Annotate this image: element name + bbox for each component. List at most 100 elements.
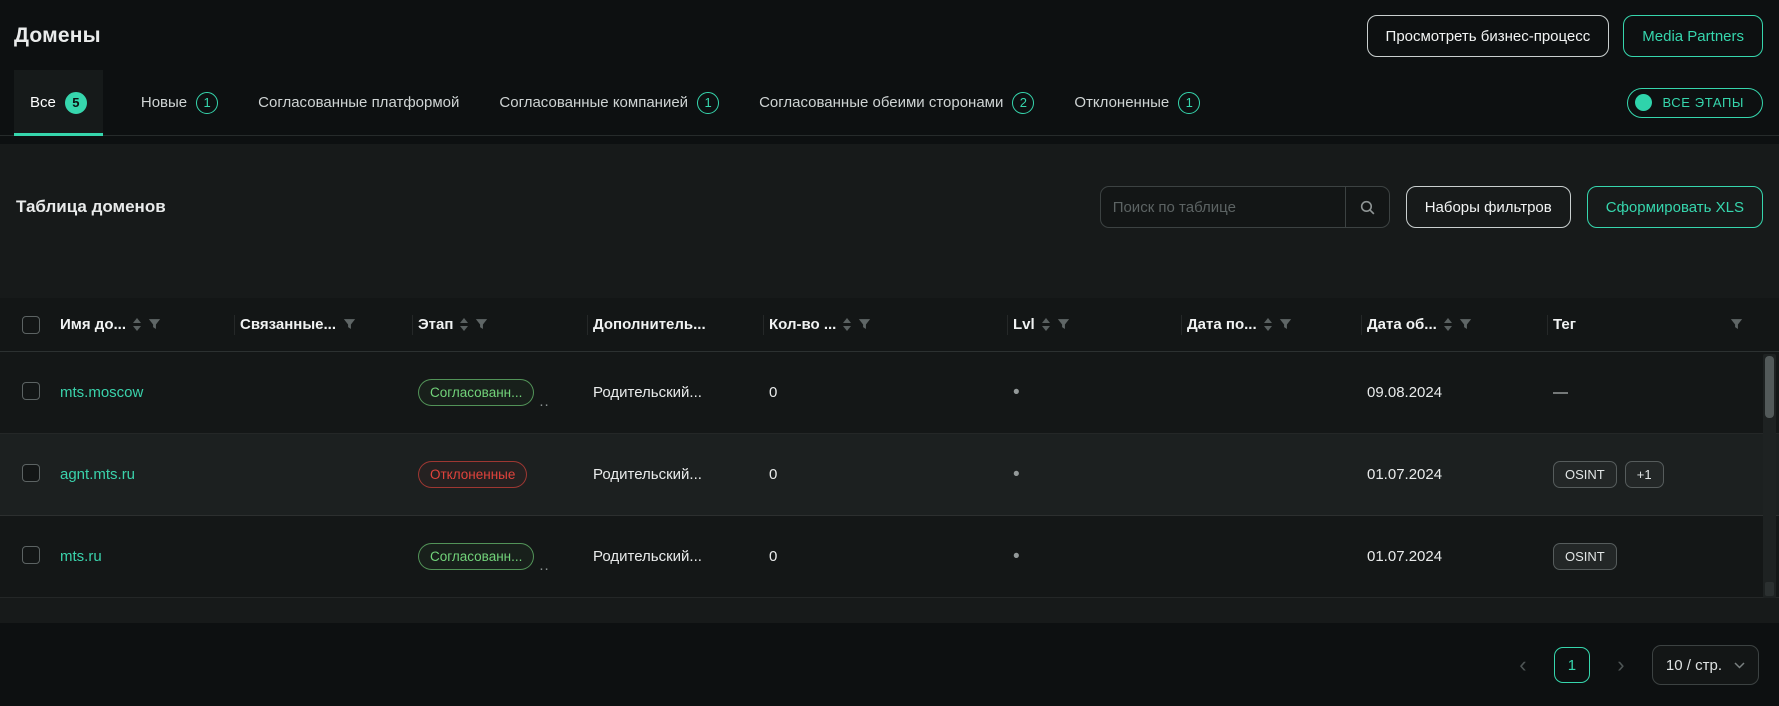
filter-icon[interactable] (343, 318, 356, 331)
lvl-cell: • (1013, 546, 1187, 568)
filter-icon[interactable] (1057, 318, 1070, 331)
column-label: Кол-во ... (769, 316, 836, 333)
page-size-value: 10 / стр. (1666, 657, 1722, 674)
filter-icon[interactable] (475, 318, 488, 331)
tab-count-badge: 1 (196, 92, 218, 114)
page-size-select[interactable]: 10 / стр. (1652, 645, 1759, 685)
table-scrollbar[interactable] (1763, 354, 1776, 598)
page-1-button[interactable]: 1 (1554, 647, 1590, 683)
domain-link[interactable]: mts.ru (60, 548, 102, 565)
sort-toggle[interactable] (133, 318, 141, 331)
domains-table: Имя до...Связанные...ЭтапДополнитель...К… (0, 298, 1779, 598)
table-row: mts.ruСогласованн.....Родительский...0•0… (0, 516, 1779, 598)
search-button[interactable] (1345, 187, 1389, 227)
column-header[interactable]: Дата об... (1367, 298, 1553, 351)
filter-icon[interactable] (858, 318, 871, 331)
column-header[interactable]: Дополнитель... (593, 298, 769, 351)
next-page-button[interactable]: › (1606, 652, 1636, 678)
tags-empty: — (1553, 384, 1568, 401)
sort-toggle[interactable] (1444, 318, 1452, 331)
tab-label: Согласованные платформой (258, 94, 459, 111)
tag-chip: OSINT (1553, 461, 1617, 488)
additional-cell: Родительский... (593, 466, 769, 483)
sort-asc-icon (133, 318, 141, 323)
page-title: Домены (14, 24, 101, 48)
lvl-dot: • (1013, 382, 1020, 403)
column-header[interactable]: Кол-во ... (769, 298, 1013, 351)
table-row: agnt.mts.ruОтклоненныеРодительский...0•0… (0, 434, 1779, 516)
stage-overflow: .. (539, 562, 549, 570)
sort-desc-icon (460, 326, 468, 331)
domain-cell: mts.ru (60, 548, 240, 565)
domains-panel: Таблица доменов Наборы фильтров Сформиро… (0, 144, 1779, 623)
tab-label: Согласованные обеими сторонами (759, 94, 1003, 111)
row-checkbox[interactable] (22, 464, 40, 482)
additional-cell: Родительский... (593, 384, 769, 401)
filter-icon[interactable] (1279, 318, 1292, 331)
scrollbar-down-button[interactable] (1765, 582, 1774, 596)
stage-cell: Отклоненные (418, 461, 593, 488)
stage-badge: Согласованн... (418, 543, 534, 570)
domain-link[interactable]: agnt.mts.ru (60, 466, 135, 483)
tab-count-badge: 2 (1012, 92, 1034, 114)
sort-asc-icon (1042, 318, 1050, 323)
filter-icon[interactable] (1730, 318, 1743, 331)
sort-asc-icon (460, 318, 468, 323)
tab-label: Новые (141, 94, 187, 111)
row-checkbox[interactable] (22, 382, 40, 400)
column-header[interactable]: Lvl (1013, 298, 1187, 351)
lvl-dot: • (1013, 464, 1020, 485)
column-label: Дата по... (1187, 316, 1257, 333)
filter-icon[interactable] (1459, 318, 1472, 331)
column-header[interactable]: Имя до... (60, 298, 240, 351)
header-checkbox-cell (14, 298, 60, 351)
tab-item[interactable]: Новые 1 (139, 70, 220, 135)
toolbar-actions: Наборы фильтров Сформировать XLS (1100, 186, 1763, 228)
count-cell: 0 (769, 466, 1013, 483)
stage-overflow: .. (539, 398, 549, 406)
count-cell: 0 (769, 548, 1013, 565)
domain-cell: agnt.mts.ru (60, 466, 240, 483)
media-partners-button[interactable]: Media Partners (1623, 15, 1763, 57)
tags-cell: OSINT (1553, 543, 1779, 570)
table-toolbar: Таблица доменов Наборы фильтров Сформиро… (0, 144, 1779, 228)
column-header[interactable]: Дата по... (1187, 298, 1367, 351)
tab-item[interactable]: Отклоненные1 (1072, 70, 1202, 135)
lvl-dot: • (1013, 546, 1020, 567)
sort-toggle[interactable] (1264, 318, 1272, 331)
tab-label: Согласованные компанией (499, 94, 688, 111)
tab-label: Отклоненные (1074, 94, 1169, 111)
export-xls-button[interactable]: Сформировать XLS (1587, 186, 1763, 228)
sort-desc-icon (133, 326, 141, 331)
select-all-checkbox[interactable] (22, 316, 40, 334)
sort-desc-icon (1444, 326, 1452, 331)
view-business-process-button[interactable]: Просмотреть бизнес-процесс (1367, 15, 1610, 57)
all-stages-toggle[interactable]: ВСЕ ЭТАПЫ (1627, 88, 1763, 118)
tab-item[interactable]: Согласованные компанией1 (497, 70, 721, 135)
column-label: Lvl (1013, 316, 1035, 333)
count-cell: 0 (769, 384, 1013, 401)
all-stages-label: ВСЕ ЭТАПЫ (1662, 95, 1744, 110)
column-header[interactable]: Связанные... (240, 298, 418, 351)
top-actions: Просмотреть бизнес-процесс Media Partner… (1367, 15, 1763, 57)
checkbox-cell (14, 464, 60, 486)
sort-toggle[interactable] (843, 318, 851, 331)
column-header[interactable]: Этап (418, 298, 593, 351)
sort-toggle[interactable] (1042, 318, 1050, 331)
search-input[interactable] (1101, 187, 1345, 227)
prev-page-button[interactable]: ‹ (1508, 652, 1538, 678)
column-header[interactable]: Тег (1553, 298, 1779, 351)
filter-icon[interactable] (148, 318, 161, 331)
tab-item[interactable]: Согласованные обеими сторонами 2 (757, 70, 1036, 135)
tab-item[interactable]: Согласованные платформой (256, 70, 461, 135)
tab-count-badge: 5 (65, 92, 87, 114)
tags-cell: OSINT+1 (1553, 461, 1779, 488)
sort-desc-icon (1042, 326, 1050, 331)
domain-link[interactable]: mts.moscow (60, 384, 143, 401)
scrollbar-thumb[interactable] (1765, 356, 1774, 418)
row-checkbox[interactable] (22, 546, 40, 564)
filter-sets-button[interactable]: Наборы фильтров (1406, 186, 1571, 228)
lvl-cell: • (1013, 382, 1187, 404)
sort-toggle[interactable] (460, 318, 468, 331)
tab-item[interactable]: Все5 (14, 70, 103, 135)
